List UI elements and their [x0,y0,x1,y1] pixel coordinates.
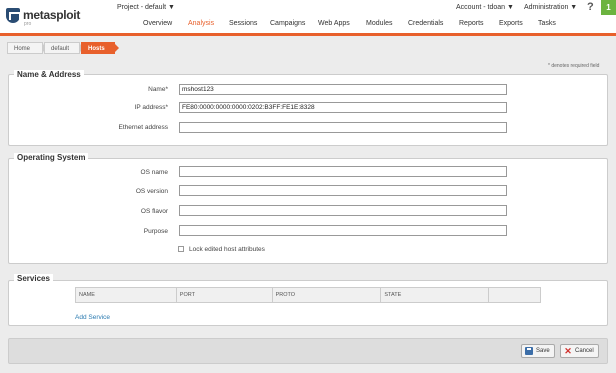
breadcrumb-hosts: Hosts [81,42,119,54]
breadcrumb-default[interactable]: default [44,42,84,54]
nav-campaigns[interactable]: Campaigns [270,20,305,27]
save-icon [525,347,533,355]
column-header-state[interactable]: STATE [380,287,490,303]
administration-menu[interactable]: Administration ▼ [524,4,577,11]
column-header-actions [488,287,541,303]
nav-reports[interactable]: Reports [459,20,484,27]
form-footer [8,338,608,364]
services-table: NAME PORT PROTO STATE [75,287,541,303]
os-version-input[interactable] [179,185,507,196]
os-name-label: OS name [140,169,168,176]
save-button-label: Save [536,348,550,354]
column-header-port[interactable]: PORT [175,287,273,303]
nav-sessions[interactable]: Sessions [229,20,257,27]
cancel-button-label: Cancel [575,348,594,354]
lock-attributes-label: Lock edited host attributes [189,246,265,253]
nav-credentials[interactable]: Credentials [408,20,443,27]
breadcrumb-home[interactable]: Home [7,42,47,54]
os-name-input[interactable] [179,166,507,177]
nav-web-apps[interactable]: Web Apps [318,20,350,27]
ethernet-address-input[interactable] [179,122,507,133]
close-icon: ✕ [564,346,572,356]
os-flavor-input[interactable] [179,205,507,216]
services-legend: Services [14,274,53,283]
lock-attributes-checkbox[interactable] [178,246,184,252]
services-header-row: NAME PORT PROTO STATE [75,287,541,303]
cancel-button[interactable]: ✕ Cancel [560,344,599,358]
ip-address-label: IP address* [134,104,168,111]
os-flavor-label: OS flavor [140,208,168,215]
operating-system-legend: Operating System [14,153,89,162]
notification-badge[interactable]: 1 [601,0,616,15]
ethernet-address-label: Ethernet address [118,124,168,131]
ip-address-input[interactable]: FE80:0000:0000:0000:0202:B3FF:FE1E:8328 [179,102,507,113]
save-button[interactable]: Save [521,344,555,358]
nav-tasks[interactable]: Tasks [538,20,556,27]
nav-overview[interactable]: Overview [143,20,172,27]
nav-exports[interactable]: Exports [499,20,523,27]
column-header-proto[interactable]: PROTO [271,287,382,303]
top-header: metasploit pro Project - default ▼ Accou… [0,0,616,36]
project-selector[interactable]: Project - default ▼ [117,4,175,11]
os-version-label: OS version [135,188,168,195]
purpose-input[interactable] [179,225,507,236]
name-input[interactable]: mshost123 [179,84,507,95]
nav-analysis[interactable]: Analysis [188,20,214,27]
help-icon[interactable]: ? [587,1,594,13]
name-address-legend: Name & Address [14,70,84,79]
column-header-name[interactable]: NAME [75,287,177,303]
add-service-link[interactable]: Add Service [75,314,110,321]
required-field-note: * denotes required field [548,63,600,69]
nav-modules[interactable]: Modules [366,20,392,27]
account-menu[interactable]: Account - tdoan ▼ [456,4,514,11]
purpose-label: Purpose [143,228,168,235]
main-nav: Overview Analysis Sessions Campaigns Web… [0,20,616,34]
name-label: Name* [148,86,168,93]
